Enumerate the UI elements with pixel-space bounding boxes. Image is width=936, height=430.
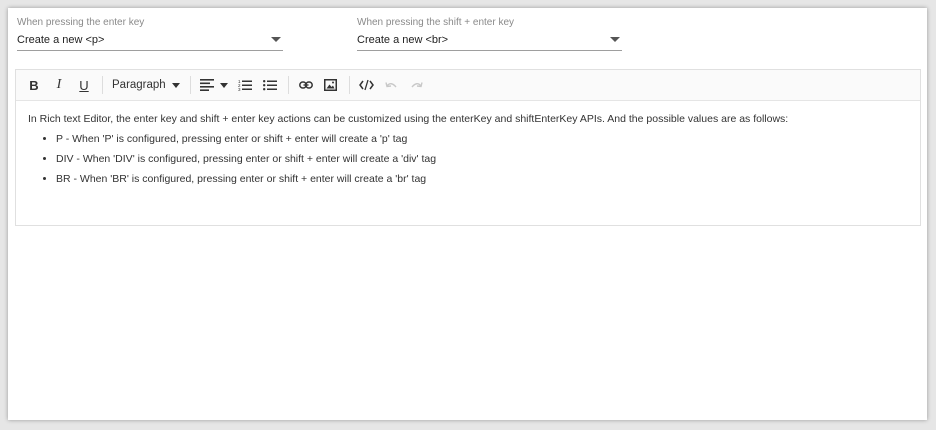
list-item: P - When 'P' is configured, pressing ent… xyxy=(56,132,908,146)
chevron-down-icon xyxy=(219,82,228,88)
shift-enter-key-value: Create a new <br> xyxy=(357,34,449,46)
list-item: BR - When 'BR' is configured, pressing e… xyxy=(56,172,908,186)
format-label: Paragraph xyxy=(112,79,166,91)
dropdown-arrow-icon xyxy=(271,37,281,42)
enter-key-value: Create a new <p> xyxy=(17,34,105,46)
unordered-list-icon xyxy=(262,80,277,91)
underline-icon: U xyxy=(79,77,89,93)
insert-link-button[interactable] xyxy=(294,73,318,97)
enter-key-label: When pressing the enter key xyxy=(17,17,145,28)
enter-key-field: When pressing the enter key Create a new… xyxy=(17,16,283,51)
values-list: P - When 'P' is configured, pressing ent… xyxy=(28,132,908,186)
bold-icon: B xyxy=(29,77,39,93)
svg-text:3: 3 xyxy=(238,87,241,91)
ordered-list-icon: 1 2 3 xyxy=(238,79,252,91)
intro-paragraph: In Rich text Editor, the enter key and s… xyxy=(28,113,789,125)
chevron-down-icon xyxy=(171,82,180,88)
toolbar-separator xyxy=(287,76,289,94)
unordered-list-button[interactable] xyxy=(258,73,282,97)
undo-button[interactable] xyxy=(380,73,404,97)
alignment-dropdown[interactable] xyxy=(196,73,232,97)
dropdown-arrow-icon xyxy=(610,37,620,42)
align-left-icon xyxy=(199,79,214,91)
italic-icon: I xyxy=(56,77,62,92)
format-dropdown[interactable]: Paragraph xyxy=(108,73,184,97)
list-item: DIV - When 'DIV' is configured, pressing… xyxy=(56,152,908,166)
image-icon xyxy=(324,79,338,91)
shift-enter-key-field: When pressing the shift + enter key Crea… xyxy=(357,16,622,51)
toolbar-separator xyxy=(189,76,191,94)
rich-text-editor: B I U Paragraph 1 2 3 In Rich text Edito… xyxy=(15,69,921,226)
editor-content[interactable]: In Rich text Editor, the enter key and s… xyxy=(16,101,920,203)
toolbar-separator xyxy=(348,76,350,94)
code-icon xyxy=(359,79,375,91)
bold-button[interactable]: B xyxy=(22,73,46,97)
redo-icon xyxy=(411,81,423,87)
italic-button[interactable]: I xyxy=(47,73,71,97)
editor-toolbar: B I U Paragraph 1 2 3 xyxy=(16,70,920,101)
undo-icon xyxy=(385,81,397,87)
redo-button[interactable] xyxy=(405,73,429,97)
sample-frame: When pressing the enter key Create a new… xyxy=(8,8,927,420)
source-code-button[interactable] xyxy=(355,73,379,97)
shift-enter-key-label: When pressing the shift + enter key xyxy=(357,17,515,28)
ordered-list-button[interactable]: 1 2 3 xyxy=(233,73,257,97)
enter-key-dropdown[interactable]: Create a new <p> xyxy=(17,30,283,51)
toolbar-separator xyxy=(102,76,103,94)
underline-button[interactable]: U xyxy=(72,73,96,97)
shift-enter-key-dropdown[interactable]: Create a new <br> xyxy=(357,30,622,51)
insert-image-button[interactable] xyxy=(319,73,343,97)
link-icon xyxy=(298,81,313,89)
